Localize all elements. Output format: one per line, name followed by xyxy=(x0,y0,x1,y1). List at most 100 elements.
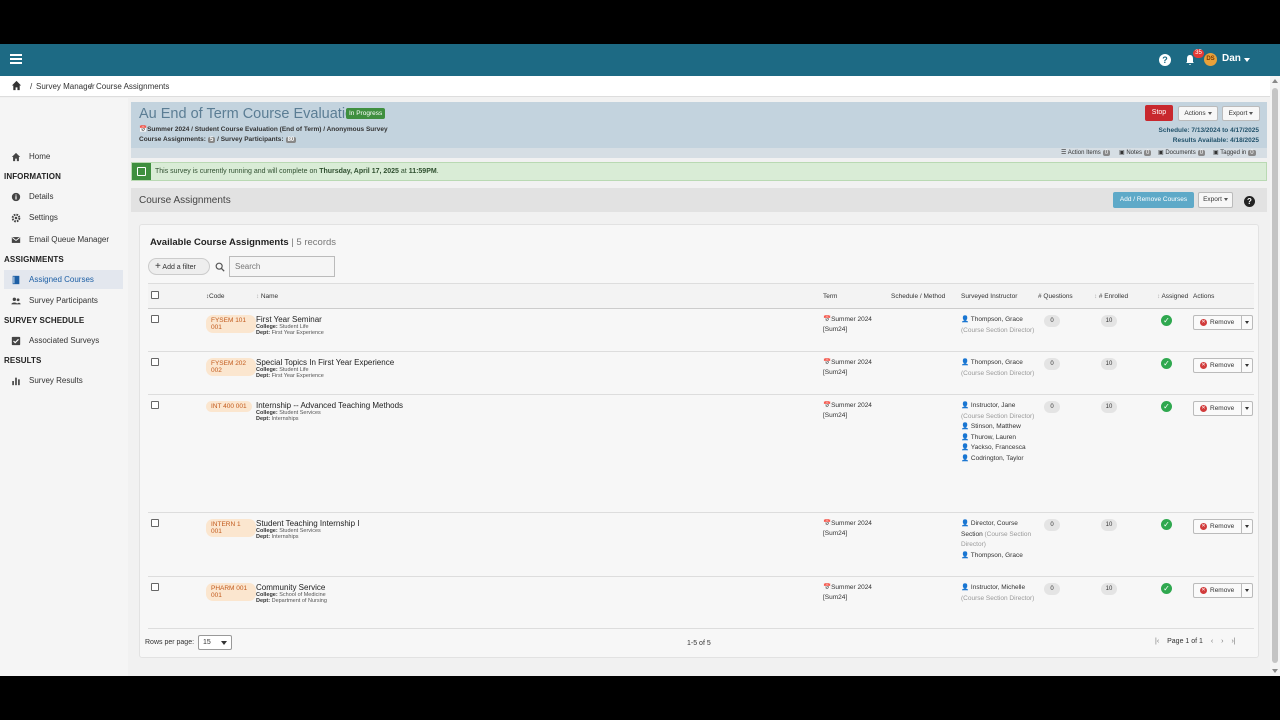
remove-button[interactable]: ✕ Remove xyxy=(1193,401,1253,416)
help-icon[interactable]: ? xyxy=(1159,54,1171,66)
remove-dropdown-toggle[interactable] xyxy=(1241,584,1253,597)
help-icon[interactable]: ? xyxy=(1244,196,1255,207)
column-header-code[interactable]: ↕ Code xyxy=(176,283,256,309)
tagged-count: 0 xyxy=(1248,150,1256,156)
export-button[interactable]: Export xyxy=(1222,106,1260,121)
remove-dropdown-toggle[interactable] xyxy=(1241,359,1253,372)
course-name[interactable]: Special Topics In First Year Experience xyxy=(256,358,823,367)
remove-dropdown-toggle[interactable] xyxy=(1241,402,1253,415)
scrollbar-thumb[interactable] xyxy=(1272,88,1278,663)
remove-label: Remove xyxy=(1210,362,1235,369)
page-scrollbar[interactable] xyxy=(1270,76,1280,676)
sidebar-item-details[interactable]: Details xyxy=(4,187,123,206)
column-header-name[interactable]: ↕ Name xyxy=(256,283,823,309)
sidebar-item-assigned-courses[interactable]: Assigned Courses xyxy=(4,270,123,289)
course-dept: Dept: First Year Experience xyxy=(256,373,823,379)
instructor-name: Thompson, Grace xyxy=(970,551,1023,559)
status-badge: In Progress xyxy=(346,108,386,119)
remove-button[interactable]: ✕ Remove xyxy=(1193,583,1253,598)
stop-button[interactable]: Stop xyxy=(1145,105,1173,121)
remove-dropdown-toggle[interactable] xyxy=(1241,316,1253,329)
remove-dropdown-toggle[interactable] xyxy=(1241,520,1253,533)
first-page-icon[interactable]: |‹ xyxy=(1155,638,1159,645)
users-icon xyxy=(11,297,21,305)
course-name[interactable]: Student Teaching Internship I xyxy=(256,519,823,528)
survey-running-alert: This survey is currently running and wil… xyxy=(131,162,1267,181)
questions-count: 0 xyxy=(1044,401,1060,413)
avatar[interactable]: DS xyxy=(1204,53,1217,66)
sidebar-item-survey-participants[interactable]: Survey Participants xyxy=(4,291,123,310)
row-select-cell xyxy=(148,576,176,629)
course-name[interactable]: Internship -- Advanced Teaching Methods xyxy=(256,401,823,410)
action-items-link[interactable]: ☰ Action Items 0 xyxy=(1061,149,1111,156)
sidebar-item-home[interactable]: Home xyxy=(4,147,123,166)
enrolled-count: 10 xyxy=(1101,315,1117,327)
column-header-instructor[interactable]: Surveyed Instructor xyxy=(961,283,1038,309)
select-all-checkbox[interactable] xyxy=(151,291,159,299)
pagination: |‹ Page 1 of 1 ‹ › ›| xyxy=(1155,638,1242,645)
instructor-name: Thurow, Lauren xyxy=(970,433,1016,441)
row-select-cell xyxy=(148,394,176,513)
column-header-questions[interactable]: # Questions xyxy=(1038,283,1094,309)
instructor-name: Stinson, Matthew xyxy=(970,423,1021,430)
add-remove-courses-button[interactable]: Add / Remove Courses xyxy=(1113,192,1194,208)
course-name[interactable]: Community Service xyxy=(256,583,823,592)
instructor-role: (Course Section Director) xyxy=(961,326,1035,334)
remove-button[interactable]: ✕ Remove xyxy=(1193,358,1253,373)
instructor-name: Thompson, Grace xyxy=(970,316,1023,323)
sidebar-item-label: Associated Surveys xyxy=(29,336,100,345)
scroll-up-icon[interactable] xyxy=(1272,79,1278,83)
column-header-enrolled[interactable]: ↕ # Enrolled xyxy=(1094,283,1157,309)
chevron-down-icon[interactable] xyxy=(1244,58,1250,62)
tagged-link[interactable]: ▣ Tagged in 0 xyxy=(1213,149,1256,156)
user-icon: 👤 xyxy=(961,454,970,462)
row-checkbox[interactable] xyxy=(151,401,159,409)
row-checkbox[interactable] xyxy=(151,519,159,527)
questions-cell: 0 xyxy=(1038,308,1094,352)
last-page-icon[interactable]: ›| xyxy=(1231,638,1235,645)
prev-page-icon[interactable]: ‹ xyxy=(1211,638,1213,645)
name-cell: Student Teaching Internship I College: St… xyxy=(256,512,823,577)
menu-icon[interactable] xyxy=(10,54,22,64)
dept-value: First Year Experience xyxy=(271,373,324,379)
sort-icon: ↕ xyxy=(1157,293,1160,300)
breadcrumb: / Survey Manager / Course Assignments xyxy=(0,76,1270,97)
sidebar-item-survey-results[interactable]: Survey Results xyxy=(4,371,123,390)
documents-link[interactable]: ▣ Documents 0 xyxy=(1158,149,1206,156)
row-checkbox[interactable] xyxy=(151,315,159,323)
alert-text: This survey is currently running and wil… xyxy=(155,168,439,175)
remove-button[interactable]: ✕ Remove xyxy=(1193,315,1253,330)
sidebar-item-label: Survey Participants xyxy=(29,296,98,305)
tagged-label: Tagged in xyxy=(1220,150,1247,156)
user-icon: 👤 xyxy=(961,316,970,323)
column-header-assigned[interactable]: ↕ Assigned xyxy=(1157,283,1193,309)
add-filter-button[interactable]: + Add a filter xyxy=(148,258,210,275)
enrolled-cell: 10 xyxy=(1094,394,1157,513)
course-assignments-count[interactable]: 5 xyxy=(207,137,216,143)
row-checkbox[interactable] xyxy=(151,358,159,366)
course-name[interactable]: First Year Seminar xyxy=(256,315,823,324)
remove-button[interactable]: ✕ Remove xyxy=(1193,519,1253,534)
breadcrumb-survey-manager[interactable]: Survey Manager xyxy=(36,82,95,91)
row-checkbox[interactable] xyxy=(151,583,159,591)
actions-button[interactable]: Actions xyxy=(1178,106,1218,121)
schedule-cell xyxy=(891,351,961,395)
notes-link[interactable]: ▣ Notes 0 xyxy=(1119,149,1152,156)
user-menu[interactable]: Dan xyxy=(1222,53,1241,64)
scroll-down-icon[interactable] xyxy=(1272,669,1278,673)
sidebar-item-email-queue[interactable]: Email Queue Manager xyxy=(4,230,123,249)
home-icon[interactable] xyxy=(11,80,22,91)
sidebar-item-settings[interactable]: Settings xyxy=(4,208,123,227)
enrolled-count: 10 xyxy=(1101,401,1117,413)
next-page-icon[interactable]: › xyxy=(1221,638,1223,645)
section-export-button[interactable]: Export xyxy=(1198,192,1233,208)
participants-count[interactable]: 80 xyxy=(285,137,297,143)
row-select-cell xyxy=(148,512,176,577)
instructor-cell: 👤 Instructor, Michelle (Course Section D… xyxy=(961,576,1038,629)
remove-circle-icon: ✕ xyxy=(1200,405,1207,412)
instructor-entry: 👤 Instructor, Michelle (Course Section D… xyxy=(961,583,1038,604)
search-input[interactable] xyxy=(229,256,335,277)
sidebar-item-associated-surveys[interactable]: Associated Surveys xyxy=(4,331,123,350)
actions-cell: ✕ Remove xyxy=(1193,576,1254,629)
rows-per-page-select[interactable]: 15 xyxy=(198,635,232,650)
